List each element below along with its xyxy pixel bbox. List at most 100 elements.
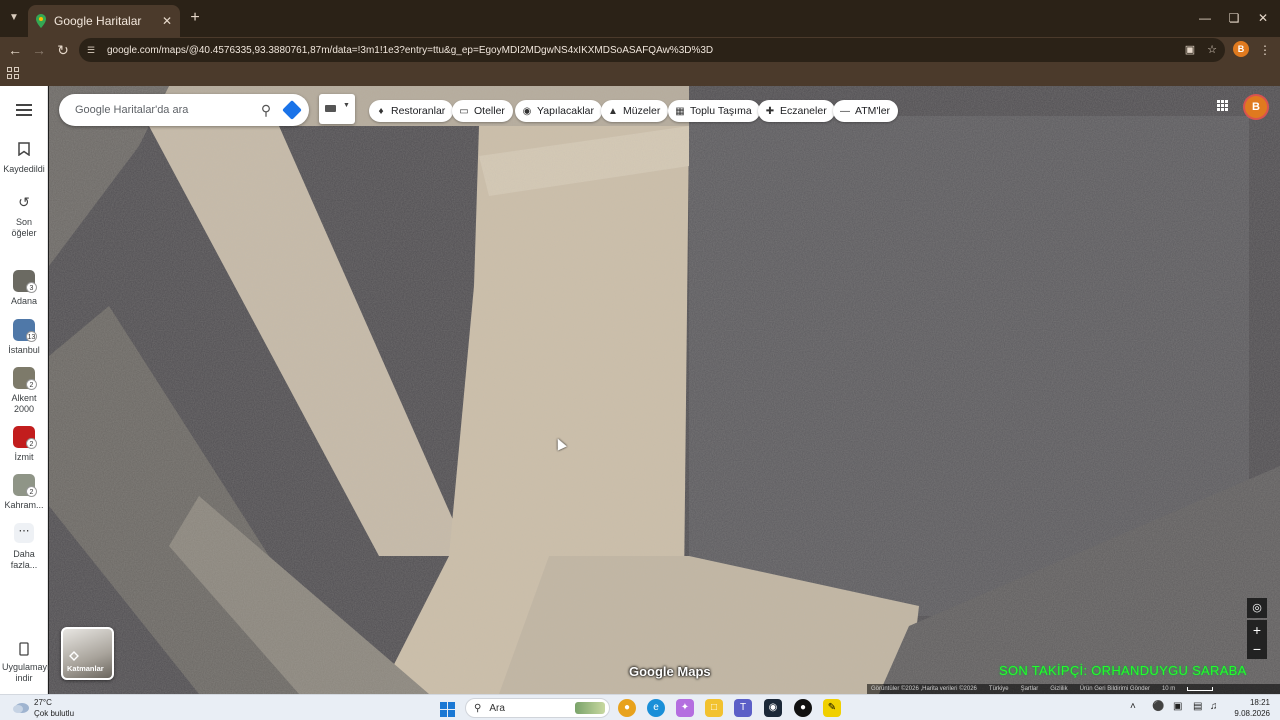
clock-date[interactable]: 9.08.2026 [1220, 709, 1270, 718]
bookmark-star-icon[interactable]: ☆ [1203, 41, 1221, 59]
sidebar-item-label: Adana [10, 296, 38, 306]
sidebar-item-label: Son öğeler [11, 217, 37, 238]
terms-link[interactable]: Şartlar [1021, 686, 1039, 692]
chip-restaurants[interactable]: ♦ Restoranlar [369, 100, 454, 122]
restore-button[interactable]: ❏ [1219, 8, 1249, 28]
stream-overlay-text: SON TAKİPÇİ: ORHANDUYGU SARABA [999, 663, 1247, 678]
clock-time[interactable]: 18:21 [1220, 698, 1270, 707]
browser-toolbar: ← → ↻ ☰ google.com/maps/@40.4576335,93.3… [0, 37, 1280, 63]
apps-grid-icon[interactable] [7, 67, 21, 81]
sidebar-item-recent[interactable]: ↺ Son öğeler [0, 191, 48, 239]
chip-atms[interactable]: — ATM'ler [833, 100, 899, 122]
obs-app-icon[interactable]: ● [794, 699, 812, 717]
chrome-app-icon[interactable]: ● [618, 699, 636, 717]
sidebar-place-izmit[interactable]: 2 İzmit [0, 426, 48, 463]
feedback-link[interactable]: Ürün Geri Bildirimi Gönder [1080, 686, 1150, 692]
chip-transit[interactable]: ▦ Toplu Taşıma [668, 100, 760, 122]
site-info-icon[interactable]: ☰ [87, 44, 99, 56]
minimize-button[interactable]: — [1190, 8, 1220, 28]
place-thumbnail: 2 [13, 474, 37, 497]
chip-hotels[interactable]: ▭ Oteller [452, 100, 513, 122]
sidebar-place-alkent[interactable]: 2 Alkent 2000 [0, 367, 48, 415]
place-thumbnail: 2 [13, 367, 37, 390]
fork-knife-icon: ♦ [378, 105, 384, 117]
maps-favicon-icon [36, 14, 46, 28]
layers-label: Katmanlar [67, 664, 104, 673]
browser-menu-icon[interactable]: ⋮ [1258, 40, 1272, 60]
sidebar-place-kahram[interactable]: 2 Kahram... [0, 474, 48, 511]
tray-chevron-icon[interactable]: ˄ [1130, 701, 1136, 712]
google-maps-logo: Google Maps [629, 664, 711, 679]
sidebar-item-more[interactable]: ⋯ Daha fazla... [0, 523, 48, 571]
place-thumbnail: 3 [13, 270, 37, 293]
scale-label[interactable]: 10 m [1162, 686, 1175, 692]
directions-icon[interactable] [282, 100, 302, 120]
weather-temperature[interactable]: 27°C [34, 698, 52, 707]
network-icon[interactable]: ▤ [1193, 701, 1202, 712]
chip-label: Eczaneler [780, 105, 827, 117]
reload-button[interactable]: ↻ [53, 40, 73, 60]
tab-close-icon[interactable]: ✕ [162, 14, 172, 28]
search-box[interactable]: Google Haritalar'da ara ⚲ [59, 94, 309, 126]
steam-app-icon[interactable]: ◉ [764, 699, 782, 717]
sidebar-item-label: Kaydedildi [3, 164, 45, 174]
sidebar-place-adana[interactable]: 3 Adana [0, 270, 48, 307]
bus-icon: ▦ [675, 105, 685, 117]
volume-icon[interactable]: ♫ [1210, 701, 1218, 712]
install-app-icon[interactable]: ▣ [1181, 41, 1199, 59]
weather-cloud-icon[interactable] [12, 700, 30, 714]
windows-taskbar: 27°C Çok bulutlu ⚲ Ara ● e ✦ □ T ◉ ● ✎ ˄… [0, 694, 1280, 720]
chip-museums[interactable]: ▲ Müzeler [601, 100, 669, 122]
sidebar-item-get-app[interactable]: Uygulamayı indir [0, 640, 50, 684]
chip-pharmacies[interactable]: ✚ Eczaneler [758, 100, 835, 122]
tab-search-chevron-icon[interactable]: ▼ [6, 10, 22, 26]
taskbar-search-label: Ara [489, 702, 505, 714]
country-link[interactable]: Türkiye [989, 686, 1009, 692]
museum-icon: ▲ [608, 105, 618, 117]
sidebar-item-saved[interactable]: Kaydedildi [0, 138, 48, 175]
browser-profile-avatar[interactable]: B [1233, 41, 1249, 57]
monitor-icon[interactable]: ▣ [1173, 701, 1182, 712]
chip-label: ATM'ler [855, 105, 891, 117]
sidebar-item-label: Alkent 2000 [11, 393, 37, 414]
zoom-out-button[interactable]: − [1247, 639, 1267, 659]
windows-start-icon[interactable] [440, 702, 455, 717]
microphone-icon[interactable]: ⚫ [1152, 701, 1164, 712]
phone-icon [13, 640, 35, 658]
other-app-icon[interactable]: ✎ [823, 699, 841, 717]
chip-label: Müzeler [623, 105, 661, 117]
address-bar[interactable]: ☰ google.com/maps/@40.4576335,93.3880761… [79, 38, 1225, 62]
keyboard-layer-toggle[interactable]: ▼ [319, 94, 355, 124]
chip-label: Oteller [474, 105, 505, 117]
map-canvas[interactable]: Google Haritalar'da ara ⚲ ▼ ♦ Restoranlar… [49, 86, 1280, 694]
layers-button[interactable]: Katmanlar [61, 627, 114, 680]
chip-label: Yapılacaklar [537, 105, 595, 117]
sidebar-place-istanbul[interactable]: 13 İstanbul [0, 319, 48, 356]
privacy-link[interactable]: Gizlilik [1050, 686, 1067, 692]
new-tab-button[interactable]: + [186, 9, 204, 27]
zoom-in-button[interactable]: + [1247, 620, 1267, 640]
weather-condition[interactable]: Çok bulutlu [34, 709, 74, 718]
menu-hamburger-icon[interactable] [16, 104, 32, 116]
back-button[interactable]: ← [5, 40, 25, 60]
search-icon[interactable]: ⚲ [255, 99, 277, 121]
search-input[interactable]: Google Haritalar'da ara [75, 104, 255, 116]
url-text[interactable]: google.com/maps/@40.4576335,93.3880761,8… [107, 45, 1181, 56]
sidebar-item-label: Uygulamayı indir [2, 662, 50, 683]
forward-button[interactable]: → [29, 40, 49, 60]
my-location-icon[interactable]: ◎ [1247, 598, 1267, 618]
sidebar-item-label: Daha fazla... [10, 549, 38, 570]
close-window-button[interactable]: ✕ [1248, 8, 1278, 28]
google-apps-icon[interactable] [1217, 100, 1229, 112]
imagery-credit: Görüntüler ©2026 ,Harita verileri ©2026 [871, 686, 977, 692]
taskbar-search-box[interactable]: ⚲ Ara [465, 698, 610, 718]
chip-things-to-do[interactable]: ◉ Yapılacaklar [515, 100, 603, 122]
teams-app-icon[interactable]: T [734, 699, 752, 717]
edge-app-icon[interactable]: e [647, 699, 665, 717]
file-explorer-icon[interactable]: □ [705, 699, 723, 717]
dropdown-caret-icon[interactable]: ▼ [343, 102, 350, 109]
copilot-app-icon[interactable]: ✦ [676, 699, 694, 717]
browser-tab[interactable]: Google Haritalar ✕ [28, 5, 180, 37]
account-avatar[interactable]: B [1245, 96, 1267, 118]
bookmarks-bar [0, 63, 1280, 86]
